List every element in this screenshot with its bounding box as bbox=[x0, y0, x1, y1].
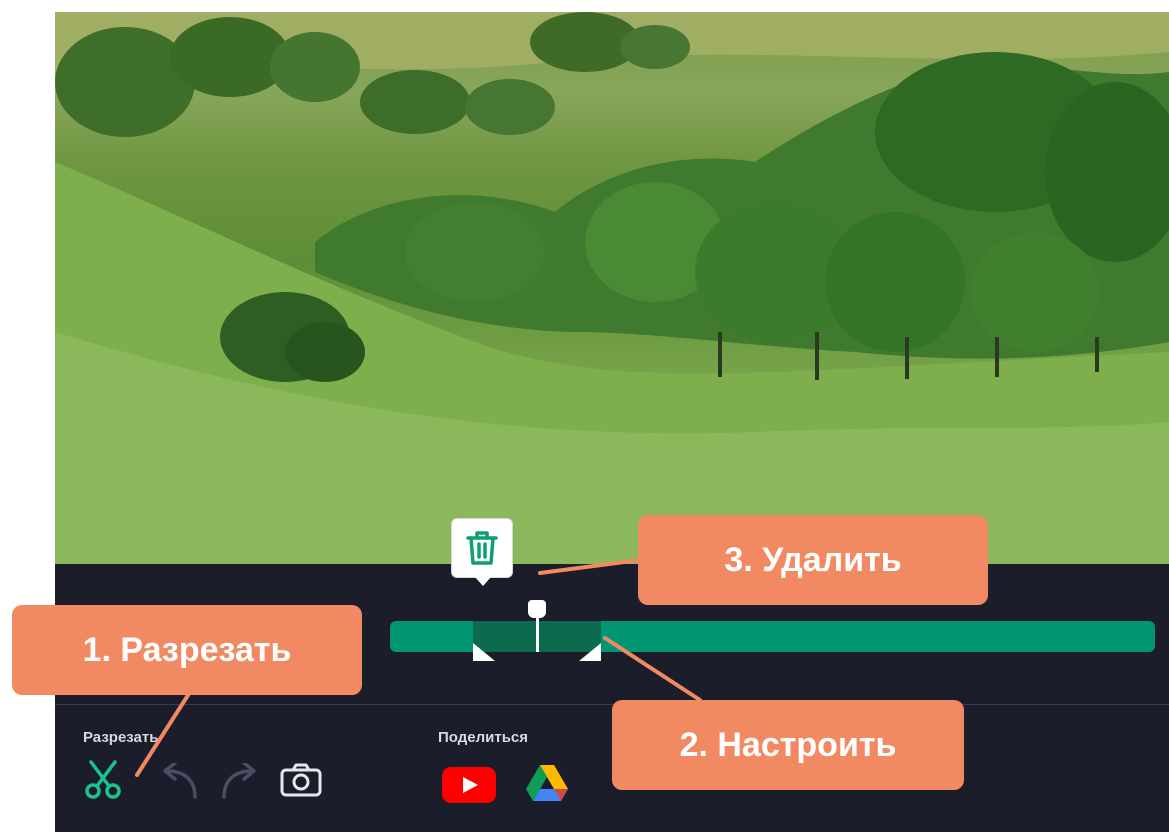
callout-delete: 3. Удалить bbox=[638, 515, 988, 605]
cut-group-label: Разрезать bbox=[83, 729, 159, 746]
delete-fragment-popup[interactable] bbox=[451, 518, 513, 586]
redo-icon[interactable] bbox=[218, 761, 264, 804]
callout-cut: 1. Разрезать bbox=[12, 605, 362, 695]
landscape-image bbox=[55, 12, 1169, 564]
google-drive-icon[interactable] bbox=[525, 763, 569, 808]
playhead-handle[interactable] bbox=[528, 600, 546, 618]
camera-icon[interactable] bbox=[280, 763, 322, 802]
scissors-icon[interactable] bbox=[81, 760, 125, 805]
callout-adjust: 2. Настроить bbox=[612, 700, 964, 790]
youtube-icon[interactable] bbox=[442, 767, 496, 808]
video-preview bbox=[55, 12, 1169, 564]
undo-icon[interactable] bbox=[155, 761, 201, 804]
trash-icon[interactable] bbox=[465, 530, 499, 566]
trim-handle-right[interactable] bbox=[579, 643, 601, 661]
trim-handle-left[interactable] bbox=[473, 643, 495, 661]
share-group-label: Поделиться bbox=[438, 729, 529, 746]
playhead[interactable] bbox=[536, 614, 539, 652]
